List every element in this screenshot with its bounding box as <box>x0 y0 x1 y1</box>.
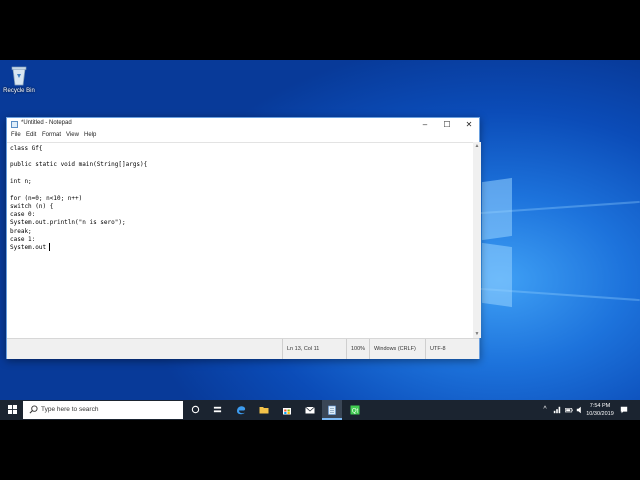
windows-logo-pane <box>482 177 512 241</box>
notification-icon <box>620 406 628 414</box>
vertical-scrollbar[interactable]: ▲ ▼ <box>473 142 481 338</box>
store-bag-icon <box>283 408 291 415</box>
code-line: int n; <box>10 178 32 185</box>
search-placeholder: Type here to search <box>41 406 99 413</box>
status-encoding: UTF-8 <box>425 339 481 359</box>
show-hidden-icons-icon[interactable]: ^ <box>540 400 550 420</box>
menu-edit[interactable]: Edit <box>26 132 36 138</box>
mail-icon <box>305 406 315 414</box>
task-view-icon <box>191 405 199 414</box>
qt-creator-icon: Qt <box>350 405 360 415</box>
recycle-bin-shortcut[interactable]: Recycle Bin <box>2 64 36 94</box>
menu-file[interactable]: File <box>11 132 21 138</box>
menu-format[interactable]: Format <box>42 132 61 138</box>
notepad-app-icon <box>11 121 18 128</box>
code-line: case 0: <box>10 211 36 218</box>
taskbar-search-box[interactable]: Type here to search <box>23 401 183 419</box>
code-line: for (n=0; n<10; n++) <box>10 195 83 202</box>
folder-icon <box>259 407 269 414</box>
code-line: System.out <box>10 244 47 251</box>
scroll-down-icon[interactable]: ▼ <box>473 330 481 338</box>
status-cursor-position: Ln 13, Col 11 <box>282 339 346 359</box>
windows-logo-pane <box>482 242 512 308</box>
recycle-bin-icon <box>11 66 27 86</box>
status-zoom: 100% <box>346 339 369 359</box>
edge-button[interactable] <box>231 400 251 420</box>
timeline-icon <box>213 406 221 413</box>
notepad-window[interactable]: *Untitled - Notepad – ☐ ✕ File Edit Form… <box>6 117 481 359</box>
maximize-button[interactable]: ☐ <box>436 118 458 131</box>
close-button[interactable]: ✕ <box>458 118 480 131</box>
text-editor[interactable]: class Gf{ public static void main(String… <box>7 142 473 338</box>
taskbar-clock[interactable]: 7:54 PM 10/30/2019 <box>583 402 617 418</box>
start-button[interactable] <box>2 400 22 420</box>
window-title: *Untitled - Notepad <box>21 120 72 126</box>
code-line: case 1: <box>10 236 36 243</box>
desktop[interactable]: Recycle Bin *Untitled - Notepad – ☐ ✕ Fi… <box>0 60 640 420</box>
title-bar[interactable]: *Untitled - Notepad – ☐ ✕ <box>7 118 479 131</box>
svg-text:Qt: Qt <box>352 408 359 414</box>
edge-icon <box>237 406 246 415</box>
scroll-up-icon[interactable]: ▲ <box>473 142 481 150</box>
clock-time: 7:54 PM <box>589 403 611 409</box>
code-line: class Gf{ <box>10 145 43 152</box>
search-icon <box>29 405 38 414</box>
letterbox-top <box>0 0 640 60</box>
code-line: System.out.println("n is sero"); <box>10 219 126 226</box>
windows-start-icon <box>7 405 17 414</box>
recycle-bin-label: Recycle Bin <box>3 88 35 94</box>
minimize-button[interactable]: – <box>414 118 436 131</box>
notepad-taskbar-button[interactable] <box>322 400 342 420</box>
status-bar: Ln 13, Col 11 100% Windows (CRLF) UTF-8 <box>7 338 479 359</box>
notepad-icon <box>328 405 336 415</box>
code-line: public static void main(String[]args){ <box>10 161 148 168</box>
menu-view[interactable]: View <box>66 132 79 138</box>
battery-icon[interactable] <box>564 400 574 420</box>
code-line: break; <box>10 228 32 235</box>
text-caret <box>49 243 50 251</box>
menu-bar: File Edit Format View Help <box>7 131 479 141</box>
status-line-endings: Windows (CRLF) <box>369 339 425 359</box>
clock-date: 10/30/2019 <box>586 411 614 417</box>
network-icon[interactable] <box>552 400 562 420</box>
action-center-icon[interactable] <box>619 400 629 420</box>
code-line: switch (n) { <box>10 203 54 210</box>
file-explorer-button[interactable] <box>254 400 274 420</box>
menu-help[interactable]: Help <box>84 132 96 138</box>
mail-button[interactable] <box>300 400 320 420</box>
battery-shape-icon <box>565 408 573 413</box>
store-button[interactable] <box>277 400 297 420</box>
qt-creator-button[interactable]: Qt <box>345 400 365 420</box>
timeline-button[interactable] <box>207 400 227 420</box>
network-bars-icon <box>553 406 561 414</box>
taskbar: Type here to search Qt ^ 7:54 PM 10/30/2… <box>0 400 640 420</box>
letterbox-bottom <box>0 420 640 480</box>
task-view-button[interactable] <box>185 400 205 420</box>
